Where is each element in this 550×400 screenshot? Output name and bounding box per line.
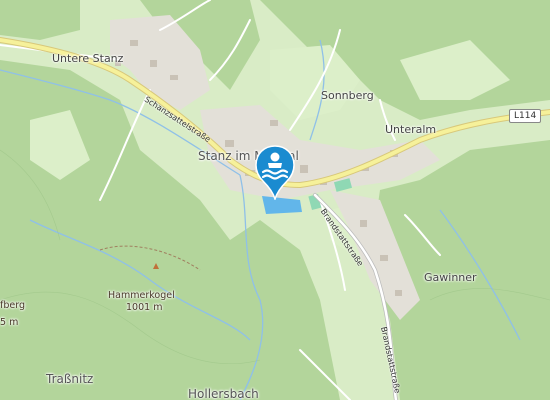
- map-view[interactable]: Untere Stanz Sonnberg Unteralm Stanz im …: [0, 0, 550, 400]
- place-label-trassnitz: Traßnitz: [46, 372, 94, 386]
- road-shield-l114: L114: [509, 109, 542, 123]
- place-label-hollersbach: Hollersbach: [188, 387, 259, 400]
- place-label-untere-stanz: Untere Stanz: [52, 52, 124, 65]
- place-label-gawinner: Gawinner: [424, 271, 477, 284]
- peak-name: Hammerkogel: [108, 290, 175, 301]
- swimming-icon: [255, 145, 295, 202]
- place-label-unteralm: Unteralm: [385, 123, 437, 136]
- peak-icon: [153, 263, 159, 269]
- place-label-sonnberg: Sonnberg: [321, 89, 374, 102]
- place-label-fberg: fberg: [0, 300, 25, 311]
- peak-elevation: 1001 m: [126, 302, 163, 313]
- swimming-location-marker[interactable]: [254, 144, 296, 202]
- elevation-label-partial: 5 m: [0, 317, 19, 328]
